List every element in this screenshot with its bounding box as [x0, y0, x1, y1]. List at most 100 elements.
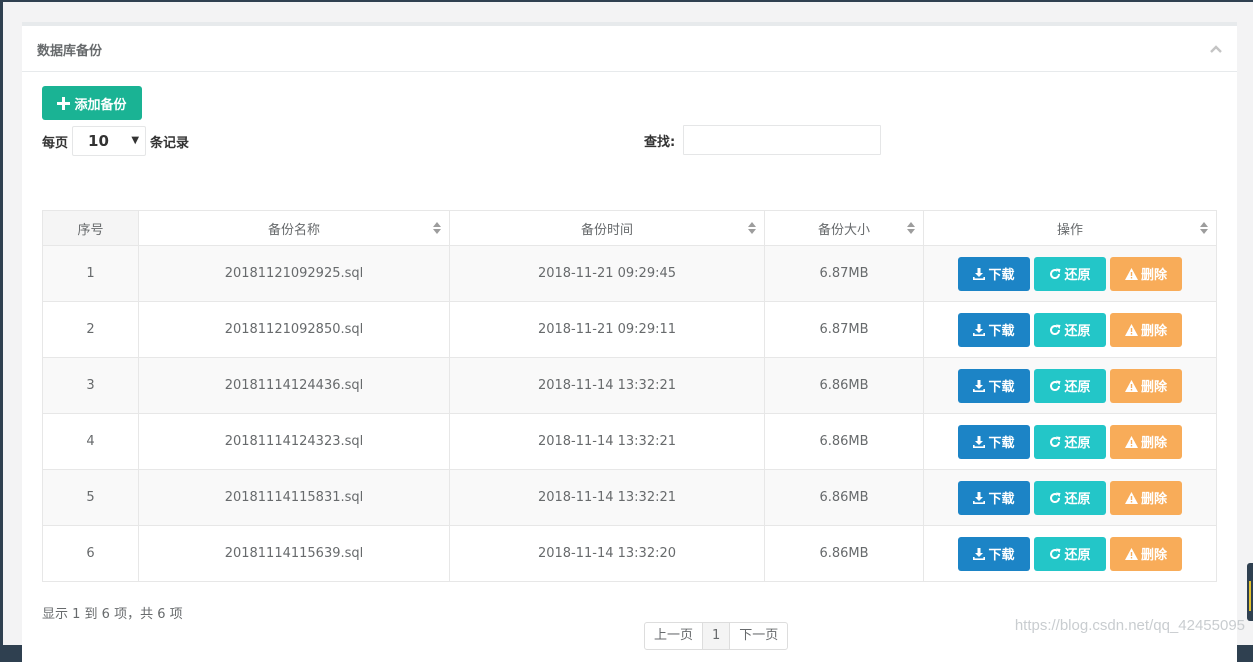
cell-actions: 下载 还原 删除 [923, 357, 1217, 414]
header-index[interactable]: 序号 [42, 210, 139, 246]
restore-label: 还原 [1064, 492, 1091, 507]
warning-icon [1124, 435, 1138, 448]
download-label: 下载 [988, 380, 1015, 395]
sort-icon [748, 222, 756, 234]
cell-index: 6 [42, 525, 139, 582]
cell-time: 2018-11-21 09:29:11 [449, 301, 765, 358]
table-row: 5 20181114115831.sql 2018-11-14 13:32:21… [42, 469, 1217, 526]
cell-index: 3 [42, 357, 139, 414]
delete-button[interactable]: 删除 [1110, 424, 1182, 459]
cell-actions: 下载 还原 删除 [923, 413, 1217, 470]
page-length-select[interactable]: 10 ▼ [72, 126, 147, 156]
prev-page-button[interactable]: 上一页 [644, 622, 704, 650]
cell-index: 1 [42, 245, 139, 302]
sort-icon [433, 222, 441, 234]
plus-icon [57, 96, 71, 110]
cell-time: 2018-11-21 09:29:45 [449, 245, 765, 302]
table-info: 显示 1 到 6 项，共 6 项 [42, 607, 183, 622]
cell-size: 6.87MB [764, 245, 924, 302]
table-row: 2 20181121092850.sql 2018-11-21 09:29:11… [42, 301, 1217, 358]
delete-button[interactable]: 删除 [1110, 312, 1182, 347]
watermark: https://blog.csdn.net/qq_42455095 [1014, 617, 1245, 634]
delete-button[interactable]: 删除 [1110, 536, 1182, 571]
header-time[interactable]: 备份时间 [449, 210, 765, 246]
length-suffix: 条记录 [150, 135, 190, 151]
cell-actions: 下载 还原 删除 [923, 245, 1217, 302]
warning-icon [1124, 267, 1138, 280]
download-icon [973, 379, 986, 392]
cell-size: 6.86MB [764, 525, 924, 582]
restore-button[interactable]: 还原 [1034, 256, 1106, 291]
delete-button[interactable]: 删除 [1110, 480, 1182, 515]
restore-button[interactable]: 还原 [1034, 424, 1106, 459]
cell-size: 6.87MB [764, 301, 924, 358]
add-backup-button[interactable]: 添加备份 [42, 86, 142, 120]
download-label: 下载 [988, 436, 1015, 451]
warning-icon [1124, 547, 1138, 560]
cell-name: 20181121092850.sql [138, 301, 450, 358]
cell-name: 20181114124436.sql [138, 357, 450, 414]
cell-name: 20181114115639.sql [138, 525, 450, 582]
delete-label: 删除 [1140, 268, 1167, 283]
delete-label: 删除 [1140, 324, 1167, 339]
restore-button[interactable]: 还原 [1034, 368, 1106, 403]
restore-button[interactable]: 还原 [1034, 536, 1106, 571]
refresh-icon [1050, 268, 1061, 279]
side-tab[interactable] [1247, 563, 1253, 621]
download-label: 下载 [988, 548, 1015, 563]
cell-name: 20181121092925.sql [138, 245, 450, 302]
header-actions-label: 操作 [1056, 222, 1083, 238]
header-actions[interactable]: 操作 [923, 210, 1217, 246]
refresh-icon [1050, 436, 1061, 447]
restore-label: 还原 [1064, 548, 1091, 563]
download-icon [973, 267, 986, 280]
page-length-value: 10 [88, 132, 109, 150]
header-time-label: 备份时间 [580, 222, 633, 238]
restore-label: 还原 [1064, 380, 1091, 395]
header-name-label: 备份名称 [267, 222, 320, 238]
chevron-up-icon[interactable] [1209, 42, 1223, 56]
refresh-icon [1050, 380, 1061, 391]
restore-button[interactable]: 还原 [1034, 312, 1106, 347]
table-header-row: 序号 备份名称 备份时间 备份大小 操作 [42, 210, 1217, 246]
header-name[interactable]: 备份名称 [138, 210, 450, 246]
next-page-button[interactable]: 下一页 [729, 622, 789, 650]
delete-label: 删除 [1140, 380, 1167, 395]
table-body: 1 20181121092925.sql 2018-11-21 09:29:45… [42, 245, 1217, 582]
search-label: 查找: [644, 134, 676, 150]
download-button[interactable]: 下载 [958, 536, 1030, 571]
panel-title: 数据库备份 [37, 44, 103, 59]
cell-size: 6.86MB [764, 413, 924, 470]
delete-button[interactable]: 删除 [1110, 368, 1182, 403]
download-label: 下载 [988, 492, 1015, 507]
download-button[interactable]: 下载 [958, 368, 1030, 403]
cell-name: 20181114124323.sql [138, 413, 450, 470]
cell-time: 2018-11-14 13:32:21 [449, 469, 765, 526]
restore-label: 还原 [1064, 324, 1091, 339]
left-edge [0, 0, 3, 645]
search-input[interactable] [683, 125, 882, 155]
download-icon [973, 435, 986, 448]
header-size[interactable]: 备份大小 [764, 210, 924, 246]
download-button[interactable]: 下载 [958, 424, 1030, 459]
cell-actions: 下载 还原 删除 [923, 469, 1217, 526]
restore-button[interactable]: 还原 [1034, 480, 1106, 515]
download-icon [973, 491, 986, 504]
download-button[interactable]: 下载 [958, 256, 1030, 291]
download-button[interactable]: 下载 [958, 480, 1030, 515]
delete-button[interactable]: 删除 [1110, 256, 1182, 291]
delete-label: 删除 [1140, 492, 1167, 507]
cell-time: 2018-11-14 13:32:20 [449, 525, 765, 582]
download-button[interactable]: 下载 [958, 312, 1030, 347]
backup-table: 序号 备份名称 备份时间 备份大小 操作 1 20181121092925.sq… [42, 210, 1217, 582]
download-icon [973, 547, 986, 560]
warning-icon [1124, 379, 1138, 392]
cell-time: 2018-11-14 13:32:21 [449, 357, 765, 414]
download-label: 下载 [988, 268, 1015, 283]
panel-header: 数据库备份 [22, 26, 1237, 72]
table-row: 3 20181114124436.sql 2018-11-14 13:32:21… [42, 357, 1217, 414]
cell-name: 20181114115831.sql [138, 469, 450, 526]
page-1-button[interactable]: 1 [702, 622, 731, 650]
search-control: 查找: [644, 125, 882, 155]
download-label: 下载 [988, 324, 1015, 339]
